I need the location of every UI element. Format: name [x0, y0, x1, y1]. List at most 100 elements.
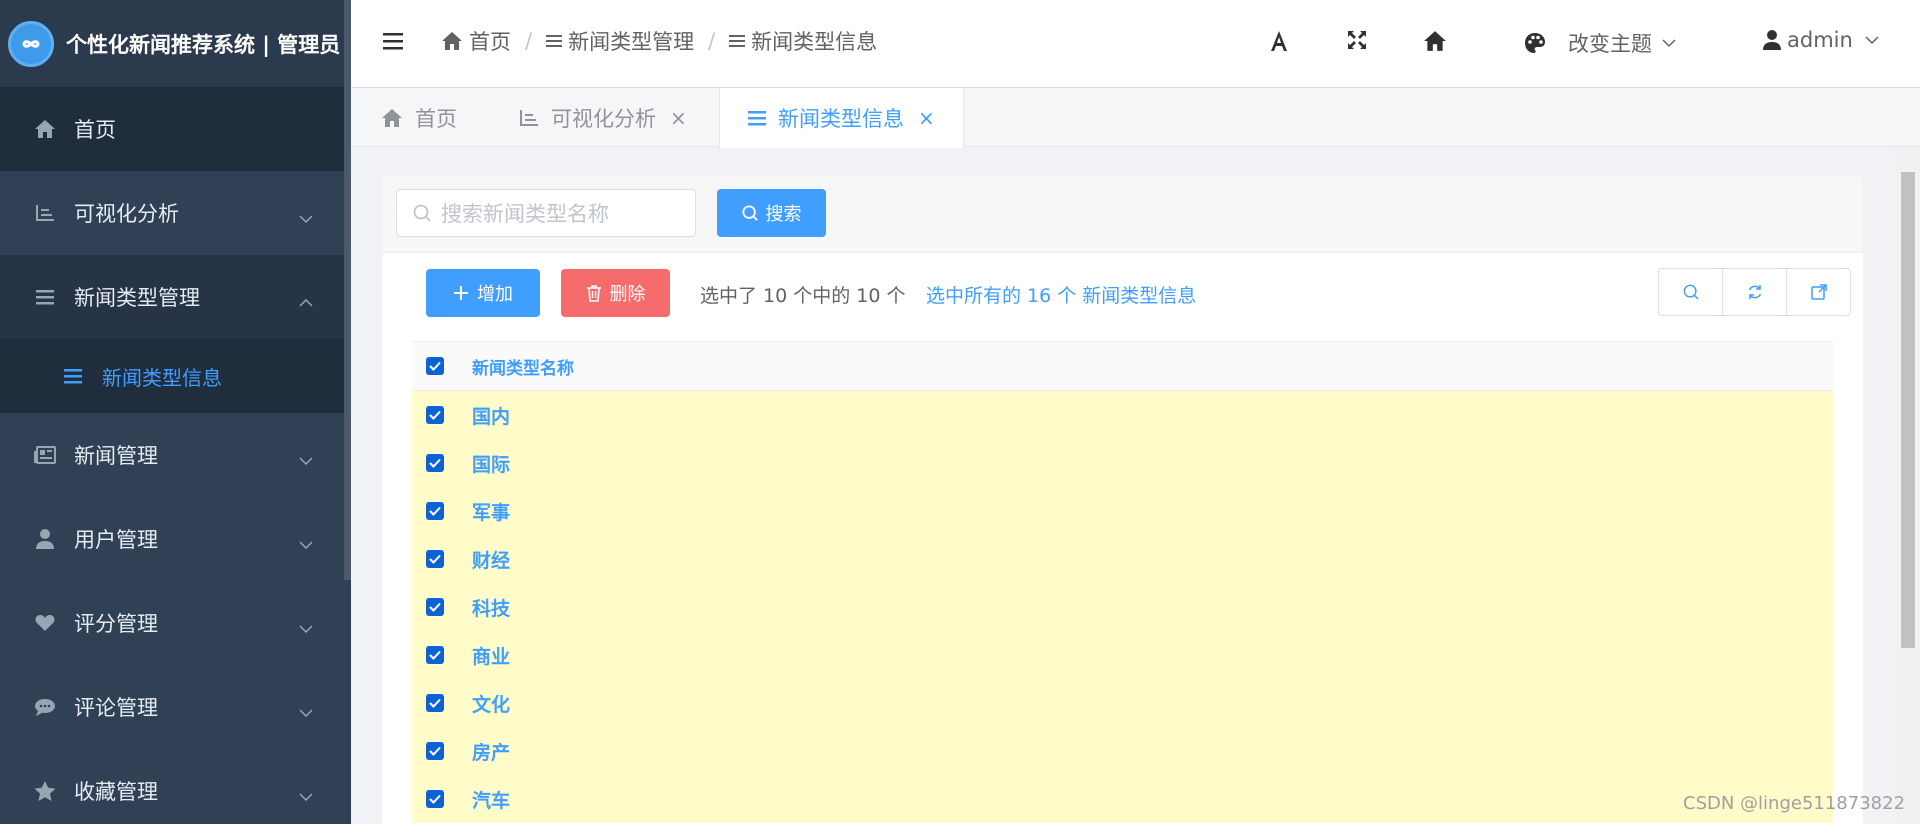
export-button[interactable]: [1787, 269, 1850, 315]
refresh-icon: [1748, 285, 1761, 299]
check-icon: [429, 746, 441, 756]
watermark: CSDN @linge511873822: [1683, 793, 1906, 814]
scrollbar-thumb[interactable]: [1901, 172, 1915, 648]
search-input[interactable]: 搜索新闻类型名称: [396, 189, 696, 237]
type-name-link[interactable]: 财经: [472, 546, 510, 573]
check-icon: [429, 458, 441, 468]
row-checkbox[interactable]: [426, 598, 444, 616]
newspaper-icon: [34, 444, 56, 466]
tab-label: 新闻类型信息: [778, 107, 904, 131]
refresh-button[interactable]: [1723, 269, 1787, 315]
table-row[interactable]: 军事: [412, 487, 1833, 535]
theme-label: 改变主题: [1568, 32, 1652, 56]
search-icon: [1683, 284, 1699, 300]
breadcrumb-label: 新闻类型管理: [568, 30, 695, 54]
sidebar-item-user-management[interactable]: 用户管理: [0, 497, 351, 581]
type-name-link[interactable]: 军事: [472, 498, 510, 525]
search-toggle-button[interactable]: [1659, 269, 1723, 315]
row-checkbox[interactable]: [426, 742, 444, 760]
row-checkbox[interactable]: [426, 646, 444, 664]
table-row[interactable]: 文化: [412, 679, 1833, 727]
chevron-down-icon: [299, 531, 313, 555]
chevron-down-icon: [1865, 36, 1879, 45]
palette-icon: [1525, 33, 1545, 53]
sidebar: 个性化新闻推荐系统 | 管理员 首页 可视化分析 新闻类型管理 新闻类型信息 新…: [0, 0, 351, 824]
search-icon: [413, 204, 431, 222]
home-icon[interactable]: [1423, 30, 1447, 56]
row-checkbox[interactable]: [426, 502, 444, 520]
tab-bar: 首页 可视化分析 × 新闻类型信息 ×: [351, 88, 1920, 148]
check-icon: [429, 410, 441, 420]
chevron-up-icon: [299, 289, 313, 313]
heart-icon: [34, 612, 56, 634]
sidebar-item-news-type-management[interactable]: 新闻类型管理: [0, 255, 351, 339]
sidebar-item-news-type-info[interactable]: 新闻类型信息: [0, 339, 351, 413]
table-row[interactable]: 汽车: [412, 775, 1833, 823]
user-icon: [1763, 30, 1781, 50]
sidebar-item-comment-management[interactable]: 评论管理: [0, 665, 351, 749]
add-button[interactable]: 增加: [426, 269, 540, 317]
type-name-link[interactable]: 房产: [472, 738, 510, 765]
type-name-link[interactable]: 科技: [472, 594, 510, 621]
sidebar-item-label: 可视化分析: [74, 202, 179, 226]
table-row[interactable]: 国内: [412, 391, 1833, 439]
list-icon: [34, 286, 56, 308]
sidebar-item-favorite-management[interactable]: 收藏管理: [0, 749, 351, 824]
type-name-link[interactable]: 商业: [472, 642, 510, 669]
comment-icon: [34, 696, 56, 718]
chevron-down-icon: [1662, 39, 1676, 48]
row-checkbox[interactable]: [426, 790, 444, 808]
tab-news-type-info[interactable]: 新闻类型信息 ×: [719, 88, 964, 148]
delete-button[interactable]: 删除: [561, 269, 670, 317]
breadcrumb-news-type-management[interactable]: 新闻类型管理: [546, 26, 694, 56]
logo-icon: [8, 20, 54, 67]
chevron-down-icon: [299, 205, 313, 229]
table-row[interactable]: 商业: [412, 631, 1833, 679]
table-row[interactable]: 财经: [412, 535, 1833, 583]
search-placeholder: 搜索新闻类型名称: [441, 202, 609, 226]
check-icon: [429, 794, 441, 804]
theme-switcher[interactable]: 改变主题: [1524, 28, 1676, 58]
breadcrumb-home[interactable]: 首页: [441, 26, 511, 56]
row-checkbox[interactable]: [426, 694, 444, 712]
row-checkbox[interactable]: [426, 406, 444, 424]
table-row[interactable]: 房产: [412, 727, 1833, 775]
select-all-link[interactable]: 选中所有的 16 个 新闻类型信息: [926, 281, 1196, 308]
select-all-checkbox[interactable]: [426, 357, 444, 375]
type-name-link[interactable]: 国际: [472, 450, 510, 477]
sidebar-item-label: 评论管理: [74, 696, 158, 720]
close-icon[interactable]: ×: [918, 106, 935, 130]
user-name: admin: [1787, 28, 1853, 52]
close-icon[interactable]: ×: [670, 106, 687, 130]
list-icon: [64, 368, 82, 384]
type-name-link[interactable]: 文化: [472, 690, 510, 717]
chevron-down-icon: [299, 447, 313, 471]
sidebar-item-home[interactable]: 首页: [0, 87, 351, 171]
tab-home[interactable]: 首页: [381, 88, 457, 147]
type-name-link[interactable]: 国内: [472, 402, 510, 429]
page-scrollbar[interactable]: [1893, 150, 1920, 824]
sidebar-item-news-management[interactable]: 新闻管理: [0, 413, 351, 497]
row-checkbox[interactable]: [426, 454, 444, 472]
plus-icon: [454, 286, 468, 300]
table-row[interactable]: 科技: [412, 583, 1833, 631]
sidebar-item-rating-management[interactable]: 评分管理: [0, 581, 351, 665]
selection-info: 选中了 10 个中的 10 个: [700, 285, 906, 307]
tab-visualization[interactable]: 可视化分析 ×: [519, 88, 687, 147]
fullscreen-icon[interactable]: [1347, 30, 1367, 54]
user-menu[interactable]: admin: [1763, 28, 1879, 52]
table-row[interactable]: 国际: [412, 439, 1833, 487]
row-checkbox[interactable]: [426, 550, 444, 568]
hamburger-icon[interactable]: [383, 32, 403, 54]
sidebar-item-label: 新闻管理: [74, 444, 158, 468]
chart-icon: [34, 202, 56, 224]
column-header-type-name[interactable]: 新闻类型名称: [472, 354, 574, 379]
user-icon: [34, 528, 56, 550]
sidebar-scrollbar[interactable]: [344, 0, 351, 580]
font-size-icon[interactable]: [1269, 30, 1289, 56]
sidebar-item-visualization[interactable]: 可视化分析: [0, 171, 351, 255]
type-name-link[interactable]: 汽车: [472, 786, 510, 813]
sidebar-item-label: 收藏管理: [74, 780, 158, 804]
search-button[interactable]: 搜索: [717, 189, 826, 237]
breadcrumb: 首页 / 新闻类型管理 / 新闻类型信息: [441, 26, 877, 56]
